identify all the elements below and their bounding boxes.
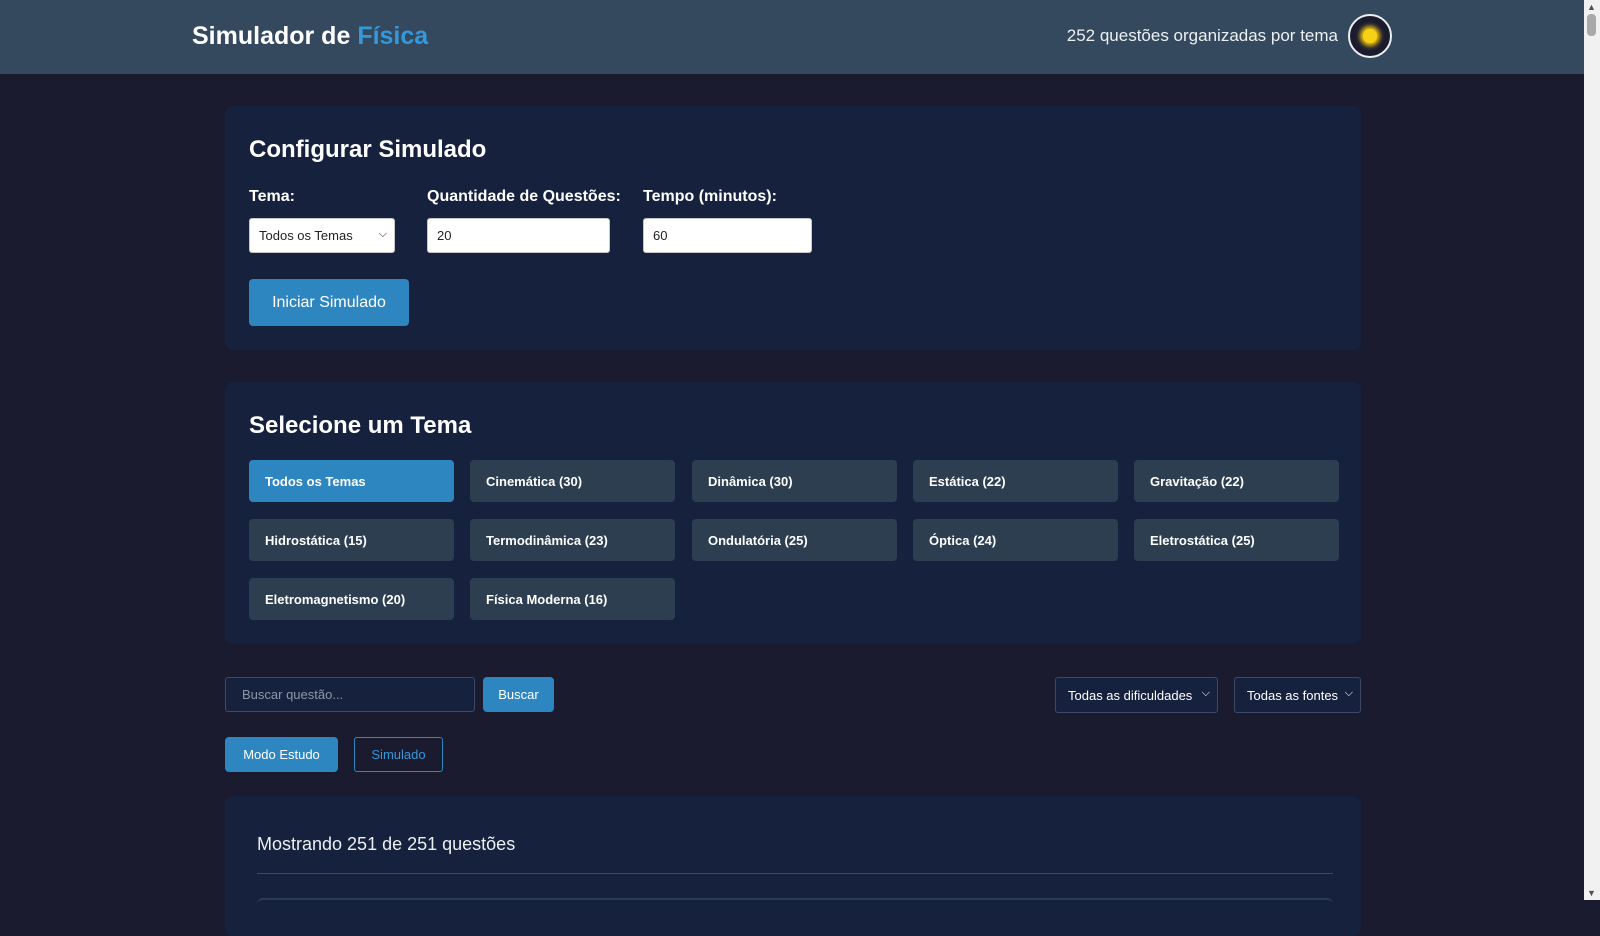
app-title-accent: Física xyxy=(357,22,429,50)
sun-icon xyxy=(1363,29,1377,43)
tempo-input[interactable]: 60 xyxy=(643,218,812,253)
tempo-label: Tempo (minutos): xyxy=(643,188,777,205)
theme-button-termodinamica[interactable]: Termodinâmica (23) xyxy=(470,519,675,561)
source-filter-select[interactable]: Todas as fontes ⌵ xyxy=(1234,677,1361,713)
theme-button-estatica[interactable]: Estática (22) xyxy=(913,460,1118,502)
theme-button-gravitacao[interactable]: Gravitação (22) xyxy=(1134,460,1339,502)
results-card: Mostrando 251 de 251 questões xyxy=(225,796,1361,936)
search-button[interactable]: Buscar xyxy=(483,677,554,712)
quantidade-input[interactable]: 20 xyxy=(427,218,610,253)
theme-button-ondulatoria[interactable]: Ondulatória (25) xyxy=(692,519,897,561)
question-card[interactable] xyxy=(257,898,1333,920)
chevron-down-icon: ⌵ xyxy=(1344,687,1353,699)
config-card: Configurar Simulado Tema: Todos os Temas… xyxy=(225,106,1361,350)
theme-button-cinematica[interactable]: Cinemática (30) xyxy=(470,460,675,502)
themes-title: Selecione um Tema xyxy=(249,412,472,439)
tema-label: Tema: xyxy=(249,188,295,205)
theme-button-hidrostatica[interactable]: Hidrostática (15) xyxy=(249,519,454,561)
results-divider xyxy=(257,873,1333,874)
difficulty-filter-value: Todas as dificuldades xyxy=(1068,687,1193,703)
difficulty-filter-select[interactable]: Todas as dificuldades ⌵ xyxy=(1055,677,1218,713)
scroll-up-arrow-icon[interactable]: ▲ xyxy=(1587,2,1596,12)
theme-button-todos[interactable]: Todos os Temas xyxy=(249,460,454,502)
chevron-down-icon: ⌵ xyxy=(1201,687,1210,699)
app-title-prefix: Simulador de xyxy=(192,22,358,50)
question-count: 252 questões organizadas por tema xyxy=(1066,26,1338,45)
scroll-thumb[interactable] xyxy=(1587,14,1596,36)
theme-button-eletrostatica[interactable]: Eletrostática (25) xyxy=(1134,519,1339,561)
page-scrollbar[interactable]: ▲ ▼ xyxy=(1584,0,1600,900)
theme-button-eletromagnetismo[interactable]: Eletromagnetismo (20) xyxy=(249,578,454,620)
app-header: Simulador de Física 252 questões organiz… xyxy=(0,0,1584,74)
scroll-down-arrow-icon[interactable]: ▼ xyxy=(1587,888,1596,898)
results-summary: Mostrando 251 de 251 questões xyxy=(257,834,516,854)
app-title: Simulador de Física xyxy=(192,22,428,51)
source-filter-value: Todas as fontes xyxy=(1247,687,1339,703)
search-input[interactable]: Buscar questão... xyxy=(225,677,475,712)
theme-toggle-button[interactable] xyxy=(1348,14,1392,58)
theme-button-optica[interactable]: Óptica (24) xyxy=(913,519,1118,561)
themes-card: Selecione um Tema Todos os Temas Cinemát… xyxy=(225,382,1361,644)
mode-study-button[interactable]: Modo Estudo xyxy=(225,737,338,772)
tema-select-value: Todos os Temas xyxy=(259,228,353,243)
tema-select[interactable]: Todos os Temas ⌵ xyxy=(249,218,395,253)
config-title: Configurar Simulado xyxy=(249,136,487,163)
mode-simulado-button[interactable]: Simulado xyxy=(354,737,443,772)
chevron-down-icon: ⌵ xyxy=(378,228,387,240)
start-simulado-button[interactable]: Iniciar Simulado xyxy=(249,279,409,326)
theme-button-dinamica[interactable]: Dinâmica (30) xyxy=(692,460,897,502)
theme-button-fisica-moderna[interactable]: Física Moderna (16) xyxy=(470,578,675,620)
quantidade-label: Quantidade de Questões: xyxy=(427,188,621,205)
